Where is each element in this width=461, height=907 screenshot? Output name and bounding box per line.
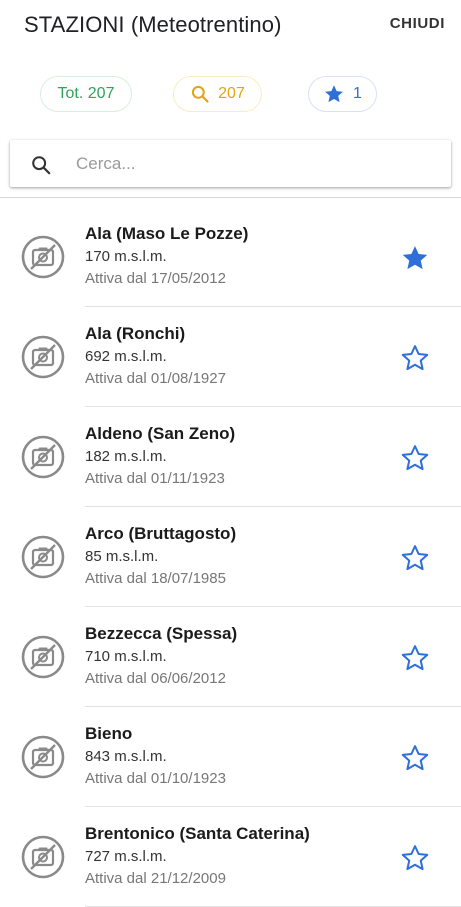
total-count-chip[interactable]: Tot. 207 xyxy=(40,76,132,112)
station-altitude: 727 m.s.l.m. xyxy=(85,848,167,865)
station-active-since: Attiva dal 17/05/2012 xyxy=(85,270,226,287)
star-outline-icon[interactable] xyxy=(400,543,430,578)
close-button[interactable]: CHIUDI xyxy=(390,15,445,32)
station-row[interactable]: Ala (Maso Le Pozze) 170 m.s.l.m. Attiva da… xyxy=(0,207,461,307)
app-header: STAZIONI (Meteotrentino) CHIUDI xyxy=(0,0,461,56)
station-row[interactable]: Aldeno (San Zeno) 182 m.s.l.m. Attiva dal … xyxy=(0,407,461,507)
station-altitude: 843 m.s.l.m. xyxy=(85,748,167,765)
total-count-label: Tot. 207 xyxy=(57,85,115,102)
filter-chips: Tot. 207 207 1 xyxy=(0,76,461,114)
station-list: Ala (Maso Le Pozze) 170 m.s.l.m. Attiva da… xyxy=(0,207,461,907)
station-active-since: Attiva dal 06/06/2012 xyxy=(85,670,226,687)
search-icon xyxy=(32,156,51,175)
favorites-chip[interactable]: 1 xyxy=(308,76,377,112)
no-photo-icon xyxy=(21,235,65,284)
favorites-count: 1 xyxy=(353,85,362,102)
station-altitude: 710 m.s.l.m. xyxy=(85,648,167,665)
station-row[interactable]: Arco (Bruttagosto) 85 m.s.l.m. Attiva dal … xyxy=(0,507,461,607)
no-photo-icon xyxy=(21,335,65,384)
no-photo-icon xyxy=(21,435,65,484)
search-results-chip[interactable]: 207 xyxy=(173,76,262,112)
star-outline-icon[interactable] xyxy=(400,443,430,478)
station-name: Ala (Maso Le Pozze) xyxy=(85,224,249,243)
station-name: Aldeno (San Zeno) xyxy=(85,424,236,443)
search-icon xyxy=(192,85,209,103)
station-active-since: Attiva dal 21/12/2009 xyxy=(85,870,226,887)
search-bar xyxy=(10,140,451,187)
divider xyxy=(0,197,461,198)
star-filled-icon[interactable] xyxy=(400,243,430,278)
station-altitude: 692 m.s.l.m. xyxy=(85,348,167,365)
star-filled-icon xyxy=(325,85,344,103)
station-row[interactable]: Bezzecca (Spessa) 710 m.s.l.m. Attiva dal … xyxy=(0,607,461,707)
no-photo-icon xyxy=(21,535,65,584)
station-active-since: Attiva dal 01/11/1923 xyxy=(85,470,225,487)
station-row[interactable]: Brentonico (Santa Caterina) 727 m.s.l.m. A… xyxy=(0,807,461,907)
star-outline-icon[interactable] xyxy=(400,843,430,878)
station-name: Arco (Bruttagosto) xyxy=(85,524,237,543)
star-outline-icon[interactable] xyxy=(400,643,430,678)
station-active-since: Attiva dal 01/10/1923 xyxy=(85,770,226,787)
station-row[interactable]: Ala (Ronchi) 692 m.s.l.m. Attiva dal 01/08… xyxy=(0,307,461,407)
station-name: Bezzecca (Spessa) xyxy=(85,624,238,643)
station-altitude: 182 m.s.l.m. xyxy=(85,448,167,465)
station-active-since: Attiva dal 18/07/1985 xyxy=(85,570,226,587)
search-results-count: 207 xyxy=(218,85,245,102)
station-row[interactable]: Bieno 843 m.s.l.m. Attiva dal 01/10/1923 xyxy=(0,707,461,807)
station-active-since: Attiva dal 01/08/1927 xyxy=(85,370,226,387)
search-input[interactable] xyxy=(74,148,418,180)
station-altitude: 170 m.s.l.m. xyxy=(85,248,167,265)
station-name: Brentonico (Santa Caterina) xyxy=(85,824,310,843)
station-name: Ala (Ronchi) xyxy=(85,324,186,343)
no-photo-icon xyxy=(21,835,65,884)
station-name: Bieno xyxy=(85,724,133,743)
station-altitude: 85 m.s.l.m. xyxy=(85,548,159,565)
no-photo-icon xyxy=(21,735,65,784)
no-photo-icon xyxy=(21,635,65,684)
page-title: STAZIONI (Meteotrentino) xyxy=(24,12,282,37)
star-outline-icon[interactable] xyxy=(400,343,430,378)
star-outline-icon[interactable] xyxy=(400,743,430,778)
